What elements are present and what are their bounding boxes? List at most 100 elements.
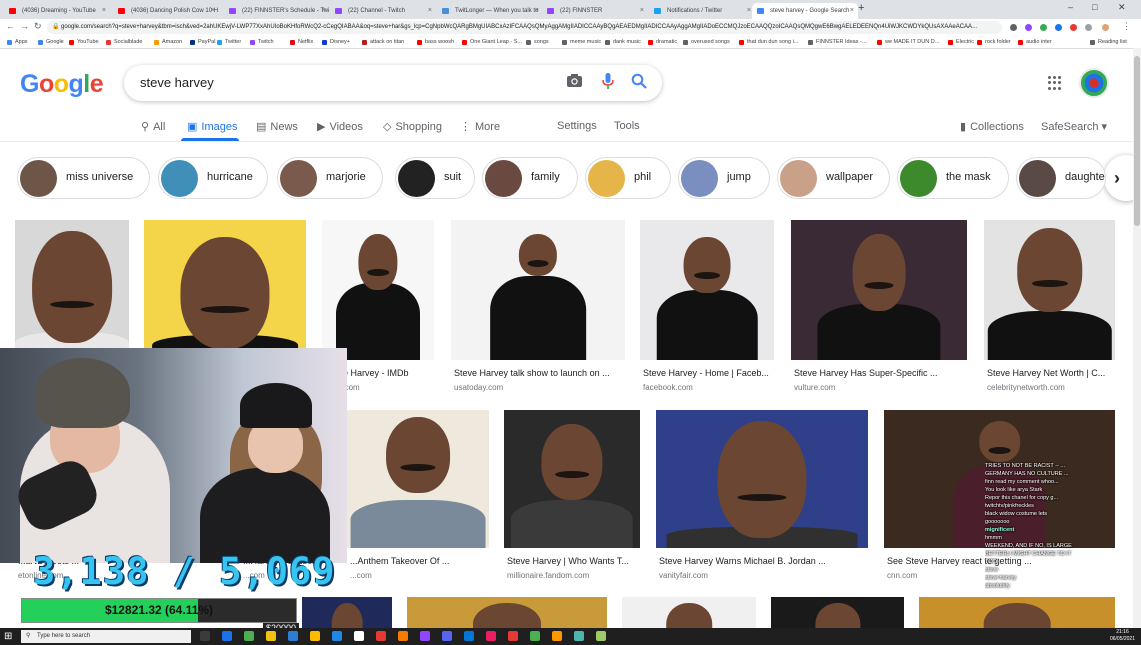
taskbar-app-icon[interactable] [222,631,232,641]
result-image[interactable] [504,410,640,548]
puzzle-icon[interactable] [1085,24,1092,31]
result-image[interactable] [622,597,756,628]
result-title[interactable]: Steve Harvey - Home | Faceb... [643,368,774,378]
bookmark-item[interactable]: Socialblade [106,37,142,47]
taskbar-clock[interactable]: 21:16 06/05/2021 [1110,629,1135,643]
tab-all[interactable]: ⚲ All [141,120,165,133]
browser-tab[interactable]: (4036) Dreaming - YouTube × [4,3,110,19]
close-tab-icon[interactable]: × [535,3,539,19]
taskbar-app-icon[interactable] [464,631,474,641]
result-image[interactable] [656,410,868,548]
camera-icon[interactable] [566,73,583,92]
tab-shopping[interactable]: ◇ Shopping [383,120,442,133]
safesearch-toggle[interactable]: SafeSearch ▾ [1041,120,1107,133]
taskbar-app-icon[interactable] [244,631,254,641]
result-title[interactable]: ...Anthem Takeover Of ... [350,556,489,566]
result-image[interactable] [984,220,1115,360]
star-icon[interactable] [1010,24,1017,31]
bookmark-item[interactable]: rock folder [977,37,1011,47]
chip-marjorie[interactable]: marjorie [277,157,383,199]
chip-phil[interactable]: phil [585,157,671,199]
result-image[interactable] [347,410,489,548]
search-icon[interactable] [631,73,647,93]
result-image[interactable] [322,220,434,360]
result-source[interactable]: cnn.com [887,571,917,580]
taskbar-app-icon[interactable] [200,631,210,641]
maximize-icon[interactable]: □ [1092,2,1097,12]
result-image[interactable] [791,220,967,360]
profile-icon[interactable] [1102,24,1109,31]
taskbar-app-icon[interactable] [530,631,540,641]
search-input[interactable]: steve harvey [140,75,214,90]
result-source[interactable]: usatoday.com [454,383,503,392]
result-image[interactable] [144,220,306,360]
taskbar-app-icon[interactable] [508,631,518,641]
taskbar-app-icon[interactable] [420,631,430,641]
bookmark-item[interactable]: we MADE IT DUN D... [877,37,939,47]
bookmark-item[interactable]: Twitter [217,37,241,47]
result-title[interactable]: Steve Harvey Has Super-Specific ... [794,368,967,378]
tools-link[interactable]: Tools [614,120,640,132]
result-title[interactable]: Steve Harvey | Who Wants T... [507,556,640,566]
reload-icon[interactable]: ↻ [34,21,42,32]
taskbar-app-icon[interactable] [574,631,584,641]
extension-icon[interactable] [1070,24,1077,31]
result-title[interactable]: Steve Harvey Net Worth | C... [987,368,1115,378]
browser-tab[interactable]: (22) Channel - Twitch × [330,3,436,19]
bookmark-item[interactable]: One Giant Leap - S... [462,37,522,47]
taskbar-app-icon[interactable] [288,631,298,641]
taskbar-app-icon[interactable] [398,631,408,641]
taskbar-app-icon[interactable] [266,631,276,641]
close-tab-icon[interactable]: × [211,3,215,19]
result-image[interactable] [302,597,392,628]
result-image[interactable] [771,597,904,628]
bookmark-item[interactable]: bass woosh [417,37,454,47]
result-source[interactable]: vanityfair.com [659,571,708,580]
browser-tab[interactable]: (22) FINNSTER × [542,3,648,19]
browser-tab[interactable]: (22) FINNSTER's Schedule - Twi × [224,3,330,19]
page-scrollbar[interactable] [1133,48,1141,628]
close-tab-icon[interactable]: × [747,3,751,19]
result-image[interactable] [640,220,774,360]
chip-jump[interactable]: jump [678,157,770,199]
taskbar-app-icon[interactable] [552,631,562,641]
result-source[interactable]: facebook.com [643,383,693,392]
apps-grid-icon[interactable] [1048,76,1062,90]
bookmark-item[interactable]: audio inter [1018,37,1052,47]
chip-miss-universe[interactable]: miss universe [17,157,150,199]
tab-more[interactable]: ⋮ More [460,120,500,133]
result-source[interactable]: celebritynetworth.com [987,383,1065,392]
new-tab-icon[interactable]: + [858,2,864,14]
close-window-icon[interactable]: ✕ [1118,2,1126,13]
close-tab-icon[interactable]: × [428,3,432,19]
bookmark-item[interactable]: Netflix [290,37,313,47]
close-tab-icon[interactable]: × [640,3,644,19]
collections-link[interactable]: ▮ Collections [960,120,1024,133]
bookmark-item[interactable]: dank music [605,37,641,47]
taskbar-app-icon[interactable] [442,631,452,641]
chip-hurricane[interactable]: hurricane [158,157,268,199]
taskbar-app-icon[interactable] [486,631,496,641]
browser-tab[interactable]: (4036) Dancing Polish Cow 10 H × [113,3,219,19]
browser-tab[interactable]: Notifications / Twitter × [649,3,755,19]
result-source[interactable]: ...com [350,571,372,580]
tab-images[interactable]: ▣ Images [187,120,237,133]
bookmark-item[interactable]: Disney+ [322,37,350,47]
chip-daughte[interactable]: daughte [1016,157,1106,199]
taskbar-app-icon[interactable] [332,631,342,641]
result-image[interactable] [407,597,607,628]
chip-suit[interactable]: suit [395,157,475,199]
bookmark-item[interactable]: dramatic [648,37,677,47]
microphone-icon[interactable] [602,73,614,93]
bookmark-item[interactable]: Google [38,37,64,47]
taskbar-app-icon[interactable] [376,631,386,641]
taskbar-app-icon[interactable] [596,631,606,641]
taskbar-app-icon[interactable] [310,631,320,641]
url-input[interactable]: 🔒 google.com/search?q=steve+harvey&tbm=i… [47,21,1002,34]
result-source[interactable]: vulture.com [794,383,835,392]
result-title[interactable]: Steve Harvey Warns Michael B. Jordan ... [659,556,868,566]
browser-tab[interactable]: steve harvey - Google Search × [752,3,858,19]
bookmark-item[interactable]: PayPal [190,37,215,47]
chip-wallpaper[interactable]: wallpaper [777,157,890,199]
close-tab-icon[interactable]: × [850,3,854,19]
